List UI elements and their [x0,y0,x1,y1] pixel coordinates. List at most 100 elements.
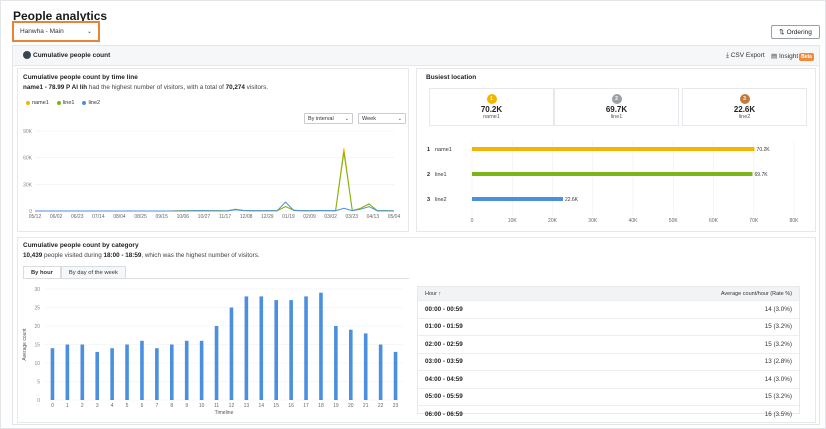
site-select[interactable]: Hanwha - Main ⌄ [12,21,100,42]
interval-select[interactable]: By interval ⌄ [304,113,353,124]
timeline-line-chart: 030K60K90K05/12 06/02 06/23 07/14 08/04 08/25… [23,129,401,220]
hour-column-header[interactable]: Hour ↑ [425,291,441,297]
legend-item-line2[interactable]: line2 [82,100,100,106]
row-value: 13 (2.8%) [764,358,792,366]
x-tick-label: 10K [508,218,518,224]
x-tick-label: 22 [378,403,384,409]
bar-hour [214,326,219,400]
x-tick-label: 2 [81,403,84,409]
x-tick-label: 06/23 [71,214,84,220]
row-value: 15 (3.2%) [764,393,792,401]
bronze-medal-icon: 3 [739,94,750,104]
bar-name1 [472,147,755,151]
x-tick-label: 01/19 [282,214,295,220]
y-tick-label: 20 [34,324,40,330]
bar-hour [169,344,174,400]
bar-hour [378,344,383,400]
ordering-button[interactable]: ⇅ Ordering [771,25,820,39]
download-icon: ⤓ [726,52,729,59]
insight-icon: ▤ [771,53,778,60]
avg-column-header: Average count/hour (Rate %) [720,290,792,297]
category-summary-value: 10,439 [23,252,43,259]
chevron-down-icon: ⌄ [86,29,92,35]
x-tick-label: 08/25 [134,214,147,220]
timeline-summary-prefix: name1 - 78.99 P Al lih [23,84,88,91]
x-tick-label: 10/06 [177,214,190,220]
x-tick-label: 11 [214,403,219,409]
x-tick-label: 10 [199,403,205,409]
y-tick-label: 15 [34,343,40,349]
category-summary: 10,439 people visited during 18:00 - 18:… [23,252,260,259]
bar-hour [244,296,249,400]
x-tick-label: 18 [318,403,324,409]
row-hour: 03:00 - 03:59 [425,358,463,366]
y-tick-label: 30 [34,287,40,293]
bar-data-label: 69.7K [755,172,769,178]
table-row: 00:00 - 00:59 14 (3.0%) [418,300,799,318]
x-tick-label: 60K [709,218,719,224]
x-tick-label: 08/04 [113,214,126,220]
x-tick-label: 10/27 [198,214,211,220]
rank-value: 22.6K [733,105,756,114]
x-tick-label: 02/09 [303,214,316,220]
timeline-title: Cumulative people count by time line [23,74,138,81]
bar-hour [184,340,189,400]
rank-name: name1 [483,114,500,120]
bar-hour [95,351,100,400]
x-tick-label: 3 [96,403,99,409]
period-select[interactable]: Week ⌄ [358,113,406,124]
busiest-bar-chart: 0 10K 20K 30K 40K 50K 60K 70K 80K 1 name1 70.2K 2 lin… [427,141,800,224]
timeline-summary-suffix: visitors. [244,84,269,91]
bar-category-label: line2 [435,197,447,203]
x-tick-label: 5 [126,403,129,409]
insight-label: Insight [778,53,799,60]
legend-item-name1[interactable]: name1 [26,100,49,106]
bar-hour [125,344,129,400]
row-hour: 02:00 - 02:59 [425,340,463,348]
bar-rank: 2 [427,172,430,178]
hourly-table: Hour ↑ Average count/hour (Rate %) 00:00… [417,286,800,418]
x-tick-label: 19 [333,403,339,409]
x-tick-label: 03/02 [324,214,337,220]
bar-category-label: line1 [435,172,447,178]
x-tick-label: 05/12 [29,214,42,220]
x-tick-label: 80K [790,218,800,224]
rank-name: line2 [738,114,751,120]
legend-item-line1[interactable]: line1 [56,100,74,106]
table-row: 03:00 - 03:59 13 (2.8%) [418,352,799,371]
legend-dot-icon [56,100,61,105]
insight-button[interactable]: ▤ Insight Beta [771,52,814,61]
bar-hour [393,351,398,400]
bar-category-label: name1 [435,147,452,153]
row-hour: 04:00 - 04:59 [425,375,463,383]
x-tick-label: 05/04 [388,214,401,220]
csv-export-button[interactable]: ⤓ CSV Export [726,52,765,60]
x-tick-label: 21 [363,403,369,409]
bar-hour [363,333,368,400]
row-value: 14 (3.0%) [764,305,792,313]
bar-hour [274,300,279,400]
x-tick-label: 09/15 [155,214,168,220]
rank-box-1: 1 70.2K name1 [429,88,554,126]
panel-header: Cumulative people count ⤓ CSV Export ▤ I… [13,46,819,66]
row-hour: 01:00 - 01:59 [425,323,463,331]
x-tick-label: 4 [111,403,114,409]
beta-badge: Beta [799,53,814,61]
chevron-down-icon: ⌄ [397,115,402,122]
row-hour: 00:00 - 00:59 [425,305,463,313]
silver-medal-icon: 2 [611,94,622,104]
x-tick-label: 03/23 [346,214,359,220]
bar-hour [80,344,85,400]
bar-hour [140,340,144,400]
x-tick-label: 7 [155,403,158,409]
x-tick-label: 20 [348,403,354,409]
legend-dot-icon [26,100,30,105]
table-row: 01:00 - 01:59 15 (3.2%) [418,317,799,336]
csv-export-label: CSV Export [730,52,765,59]
table-row: 04:00 - 04:59 14 (3.0%) [418,370,799,388]
x-tick-label: 06/02 [50,214,63,220]
bar-hour [155,348,159,400]
x-tick-label: 14 [259,403,265,409]
sort-up-icon: ↑ [438,290,442,297]
period-select-value: Week [362,115,376,122]
